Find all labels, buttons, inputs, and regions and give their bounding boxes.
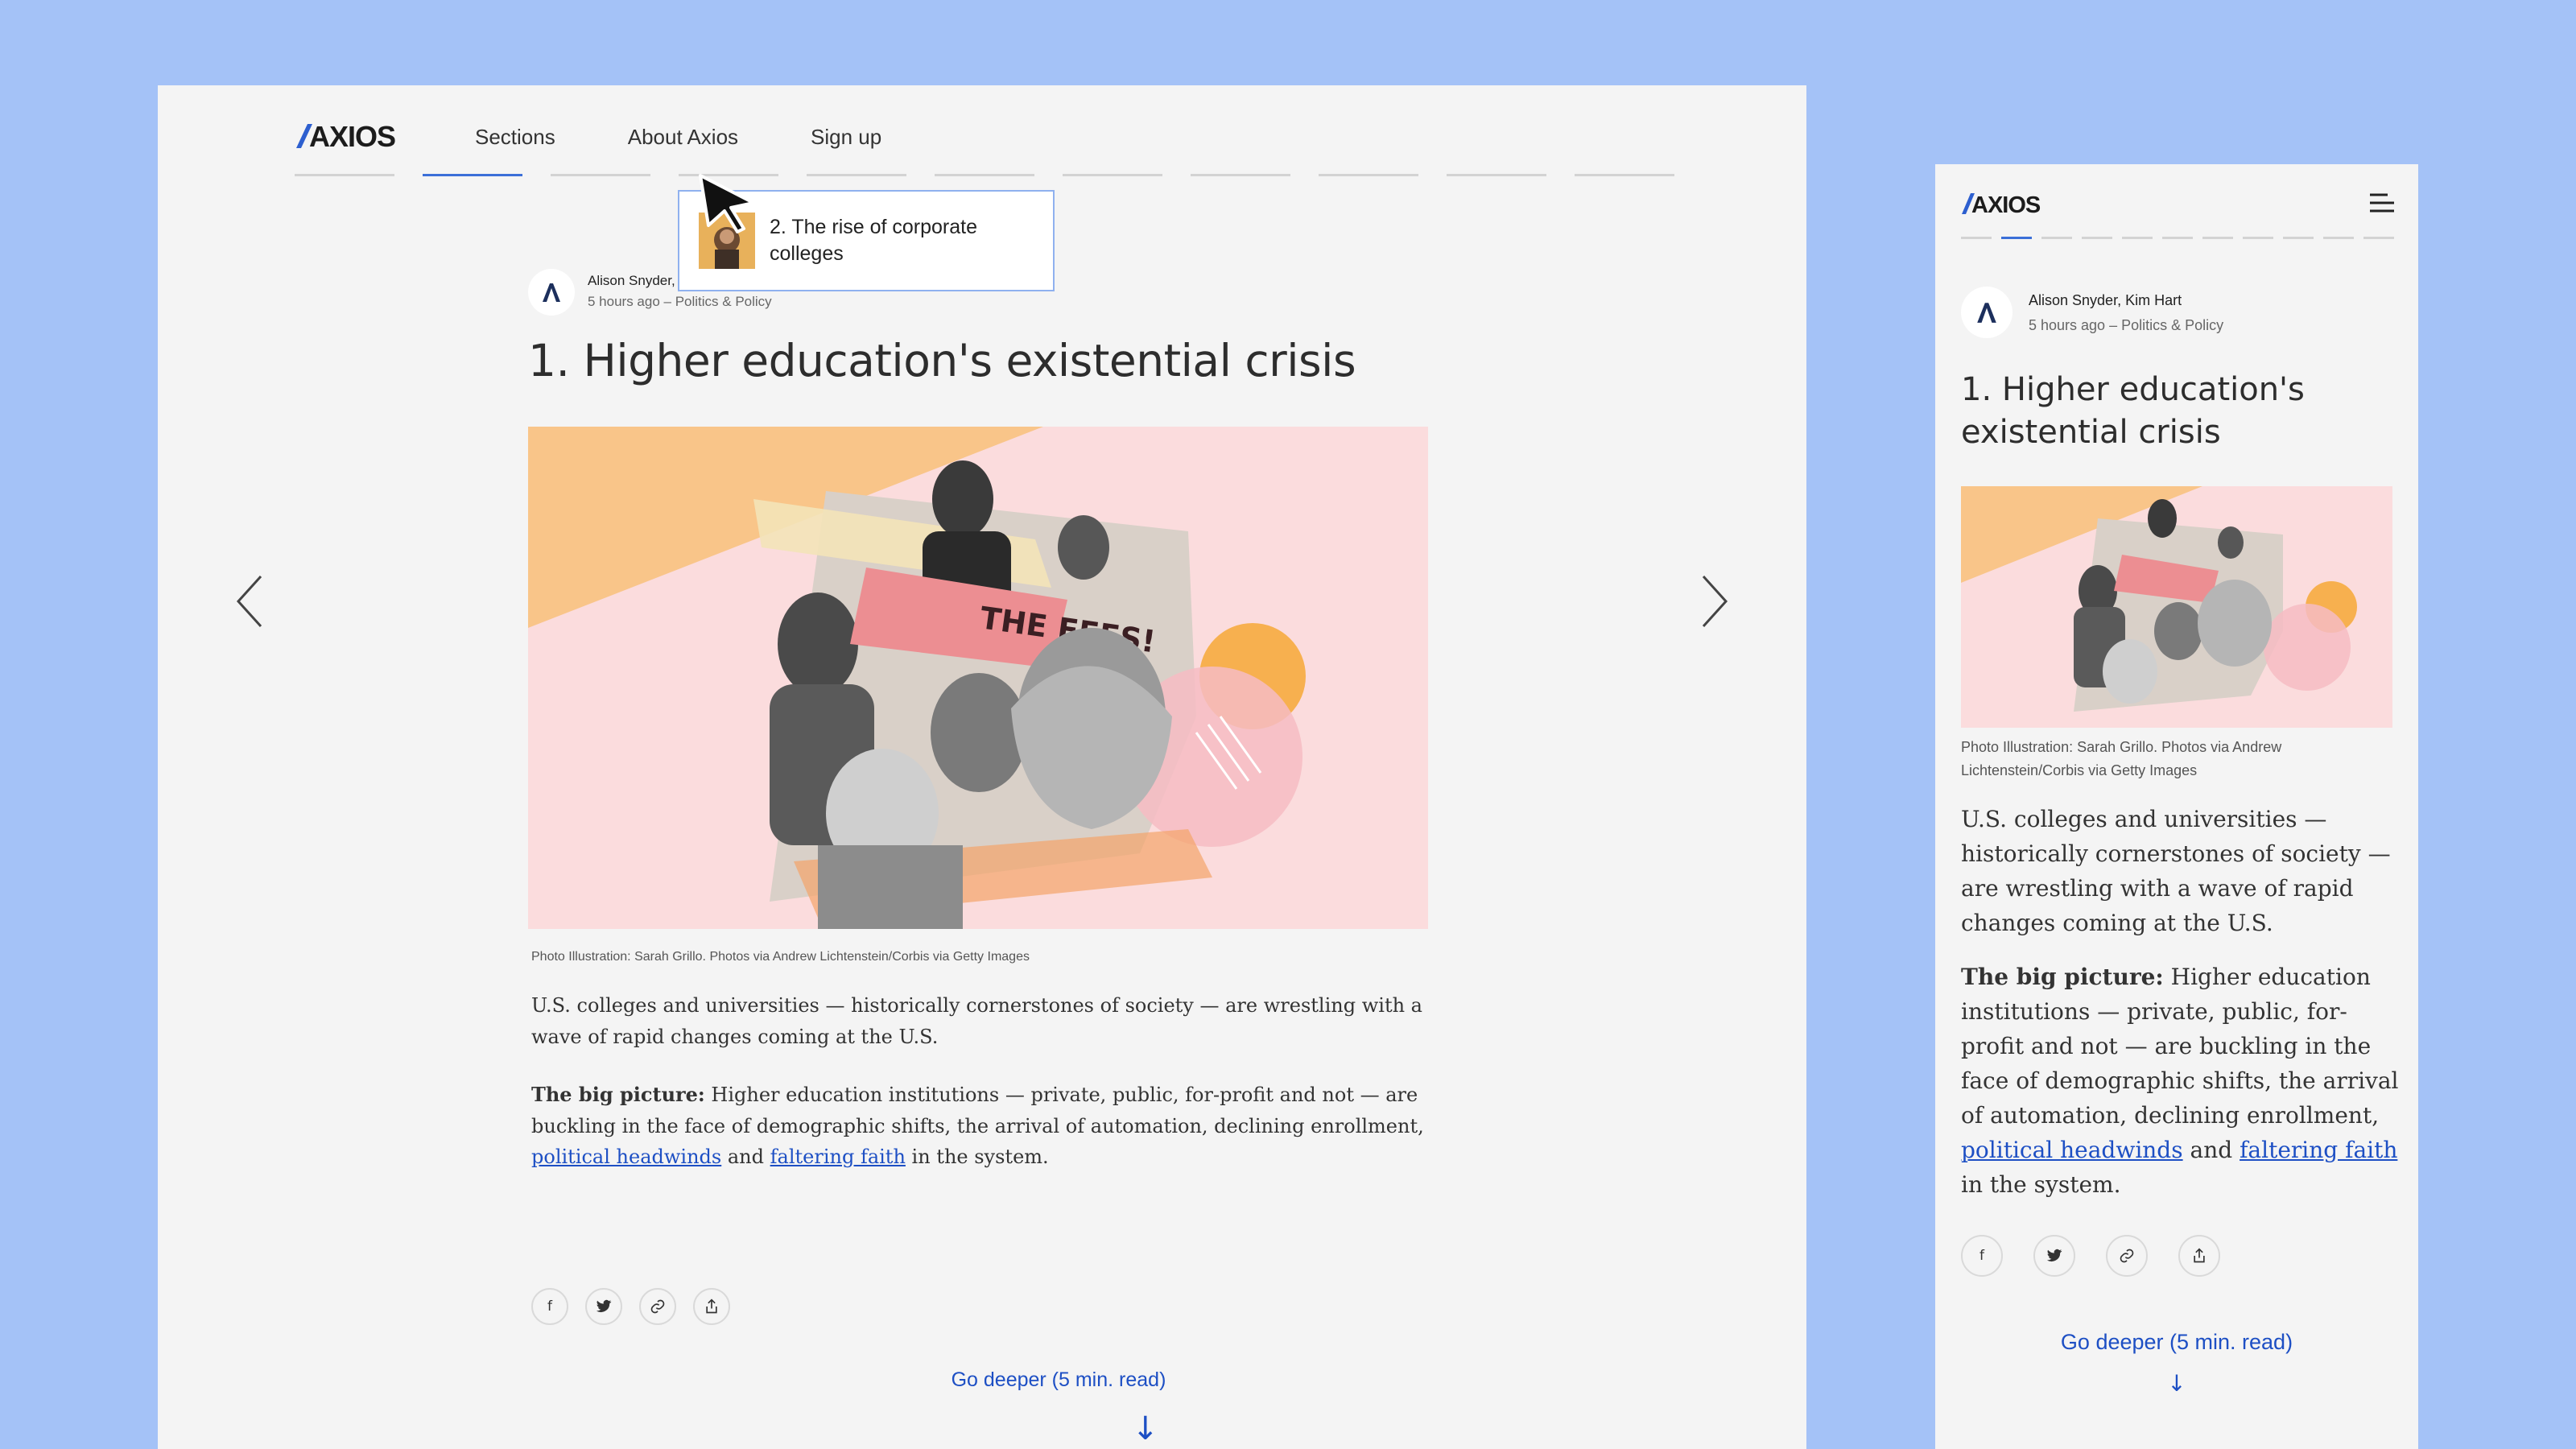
story-dash-3[interactable] xyxy=(551,174,650,176)
story-dash-7[interactable] xyxy=(1063,174,1162,176)
m-story-dash-8[interactable] xyxy=(2243,237,2273,239)
m-story-dash-4[interactable] xyxy=(2082,237,2112,239)
big-picture-label: The big picture: xyxy=(531,1083,705,1106)
m-story-dash-5[interactable] xyxy=(2122,237,2153,239)
link-political-headwinds[interactable]: political headwinds xyxy=(531,1146,721,1168)
m-story-dash-1[interactable] xyxy=(1961,237,1992,239)
scroll-down-arrow-icon[interactable]: ↓ xyxy=(1132,1410,1159,1447)
share-buttons: f xyxy=(531,1288,730,1325)
p2-and: and xyxy=(721,1146,770,1168)
article-title-mobile: 1. Higher education's existential crisis xyxy=(1961,371,2305,451)
story-progress-dashes xyxy=(295,174,1674,176)
hamburger-menu-icon[interactable] xyxy=(2368,188,2396,217)
byline-meta-mobile: 5 hours ago – Politics & Policy xyxy=(2029,317,2224,333)
m-body-paragraph-1: U.S. colleges and universities — histori… xyxy=(1961,806,2391,936)
share-icon[interactable] xyxy=(2178,1235,2220,1277)
svg-text:AXIOS: AXIOS xyxy=(1971,192,2041,218)
m-story-dash-3[interactable] xyxy=(2041,237,2072,239)
p2-end: in the system. xyxy=(905,1146,1049,1168)
twitter-icon[interactable] xyxy=(2033,1235,2075,1277)
link-icon[interactable] xyxy=(2106,1235,2148,1277)
go-deeper-link-mobile[interactable]: Go deeper (5 min. read) xyxy=(1935,1330,2418,1355)
nav-about-axios[interactable]: About Axios xyxy=(628,119,738,155)
m-story-dash-2-active[interactable] xyxy=(2001,237,2032,239)
share-buttons-mobile: f xyxy=(1961,1235,2220,1277)
hero-illustration: THE FEES! xyxy=(528,427,1428,929)
previous-story-chevron-icon[interactable] xyxy=(233,573,266,630)
nav-sign-up[interactable]: Sign up xyxy=(811,119,881,155)
m-p2-and: and xyxy=(2182,1137,2240,1163)
m-body-paragraph-2: The big picture: Higher education instit… xyxy=(1961,960,2404,1202)
article-body: U.S. colleges and universities — histori… xyxy=(531,990,1441,1200)
author-avatar-mobile[interactable] xyxy=(1961,287,2013,338)
photo-caption-mobile: Photo Illustration: Sarah Grillo. Photos… xyxy=(1961,739,2282,778)
link-icon[interactable] xyxy=(639,1288,676,1325)
desktop-article-view: AXIOS Sections About Axios Sign up Aliso… xyxy=(158,85,1806,1449)
m-link-political-headwinds[interactable]: political headwinds xyxy=(1961,1137,2183,1163)
svg-text:AXIOS: AXIOS xyxy=(309,120,395,153)
axios-mark-icon xyxy=(1977,303,1996,323)
story-dash-1[interactable] xyxy=(295,174,394,176)
axios-mark-icon xyxy=(543,283,560,302)
author-avatar[interactable] xyxy=(528,269,575,316)
scroll-down-arrow-icon-mobile[interactable]: ↓ xyxy=(1935,1370,2418,1397)
mobile-article-view: AXIOS Alison Snyder, Kim Hart 5 hours ag… xyxy=(1935,164,2418,1449)
photo-caption: Photo Illustration: Sarah Grillo. Photos… xyxy=(531,950,1030,964)
body-paragraph-2: The big picture: Higher education instit… xyxy=(531,1080,1441,1173)
facebook-icon[interactable]: f xyxy=(1961,1235,2003,1277)
m-story-dash-7[interactable] xyxy=(2202,237,2233,239)
tooltip-title: 2. The rise of corporate colleges xyxy=(770,216,978,265)
facebook-icon[interactable]: f xyxy=(531,1288,568,1325)
story-dash-2-active[interactable] xyxy=(423,174,522,176)
story-dash-8[interactable] xyxy=(1191,174,1290,176)
body-paragraph-1: U.S. colleges and universities — histori… xyxy=(531,994,1422,1048)
go-deeper-link[interactable]: Go deeper (5 min. read) xyxy=(934,1368,1183,1392)
byline-mobile: Alison Snyder, Kim Hart 5 hours ago – Po… xyxy=(1961,287,2223,338)
next-story-chevron-icon[interactable] xyxy=(1699,573,1731,630)
story-progress-dashes-mobile xyxy=(1961,237,2394,239)
story-dash-9[interactable] xyxy=(1319,174,1418,176)
story-dash-6[interactable] xyxy=(935,174,1034,176)
article-title: 1. Higher education's existential crisis xyxy=(528,335,1356,386)
hero-illustration-mobile xyxy=(1961,486,2392,728)
twitter-icon[interactable] xyxy=(585,1288,622,1325)
link-faltering-faith[interactable]: faltering faith xyxy=(770,1146,906,1168)
m-story-dash-9[interactable] xyxy=(2283,237,2314,239)
nav-sections[interactable]: Sections xyxy=(475,119,555,155)
byline-meta: 5 hours ago – Politics & Policy xyxy=(588,294,772,309)
m-story-dash-10[interactable] xyxy=(2323,237,2354,239)
m-story-dash-11[interactable] xyxy=(2363,237,2394,239)
axios-logo-mobile[interactable]: AXIOS xyxy=(1961,188,2043,219)
article-body-mobile: U.S. colleges and universities — histori… xyxy=(1961,802,2404,1221)
top-nav: Sections About Axios Sign up xyxy=(475,119,881,155)
mouse-cursor-icon xyxy=(699,174,755,233)
m-link-faltering-faith[interactable]: faltering faith xyxy=(2240,1137,2397,1163)
axios-logo[interactable]: AXIOS xyxy=(295,118,399,155)
m-story-dash-6[interactable] xyxy=(2162,237,2193,239)
share-icon[interactable] xyxy=(693,1288,730,1325)
story-dash-11[interactable] xyxy=(1575,174,1674,176)
story-dash-10[interactable] xyxy=(1447,174,1546,176)
m-big-picture-label: The big picture: xyxy=(1961,964,2164,990)
m-p2-end: in the system. xyxy=(1961,1171,2121,1198)
byline-authors-mobile: Alison Snyder, Kim Hart xyxy=(2029,292,2182,308)
story-dash-5[interactable] xyxy=(807,174,906,176)
